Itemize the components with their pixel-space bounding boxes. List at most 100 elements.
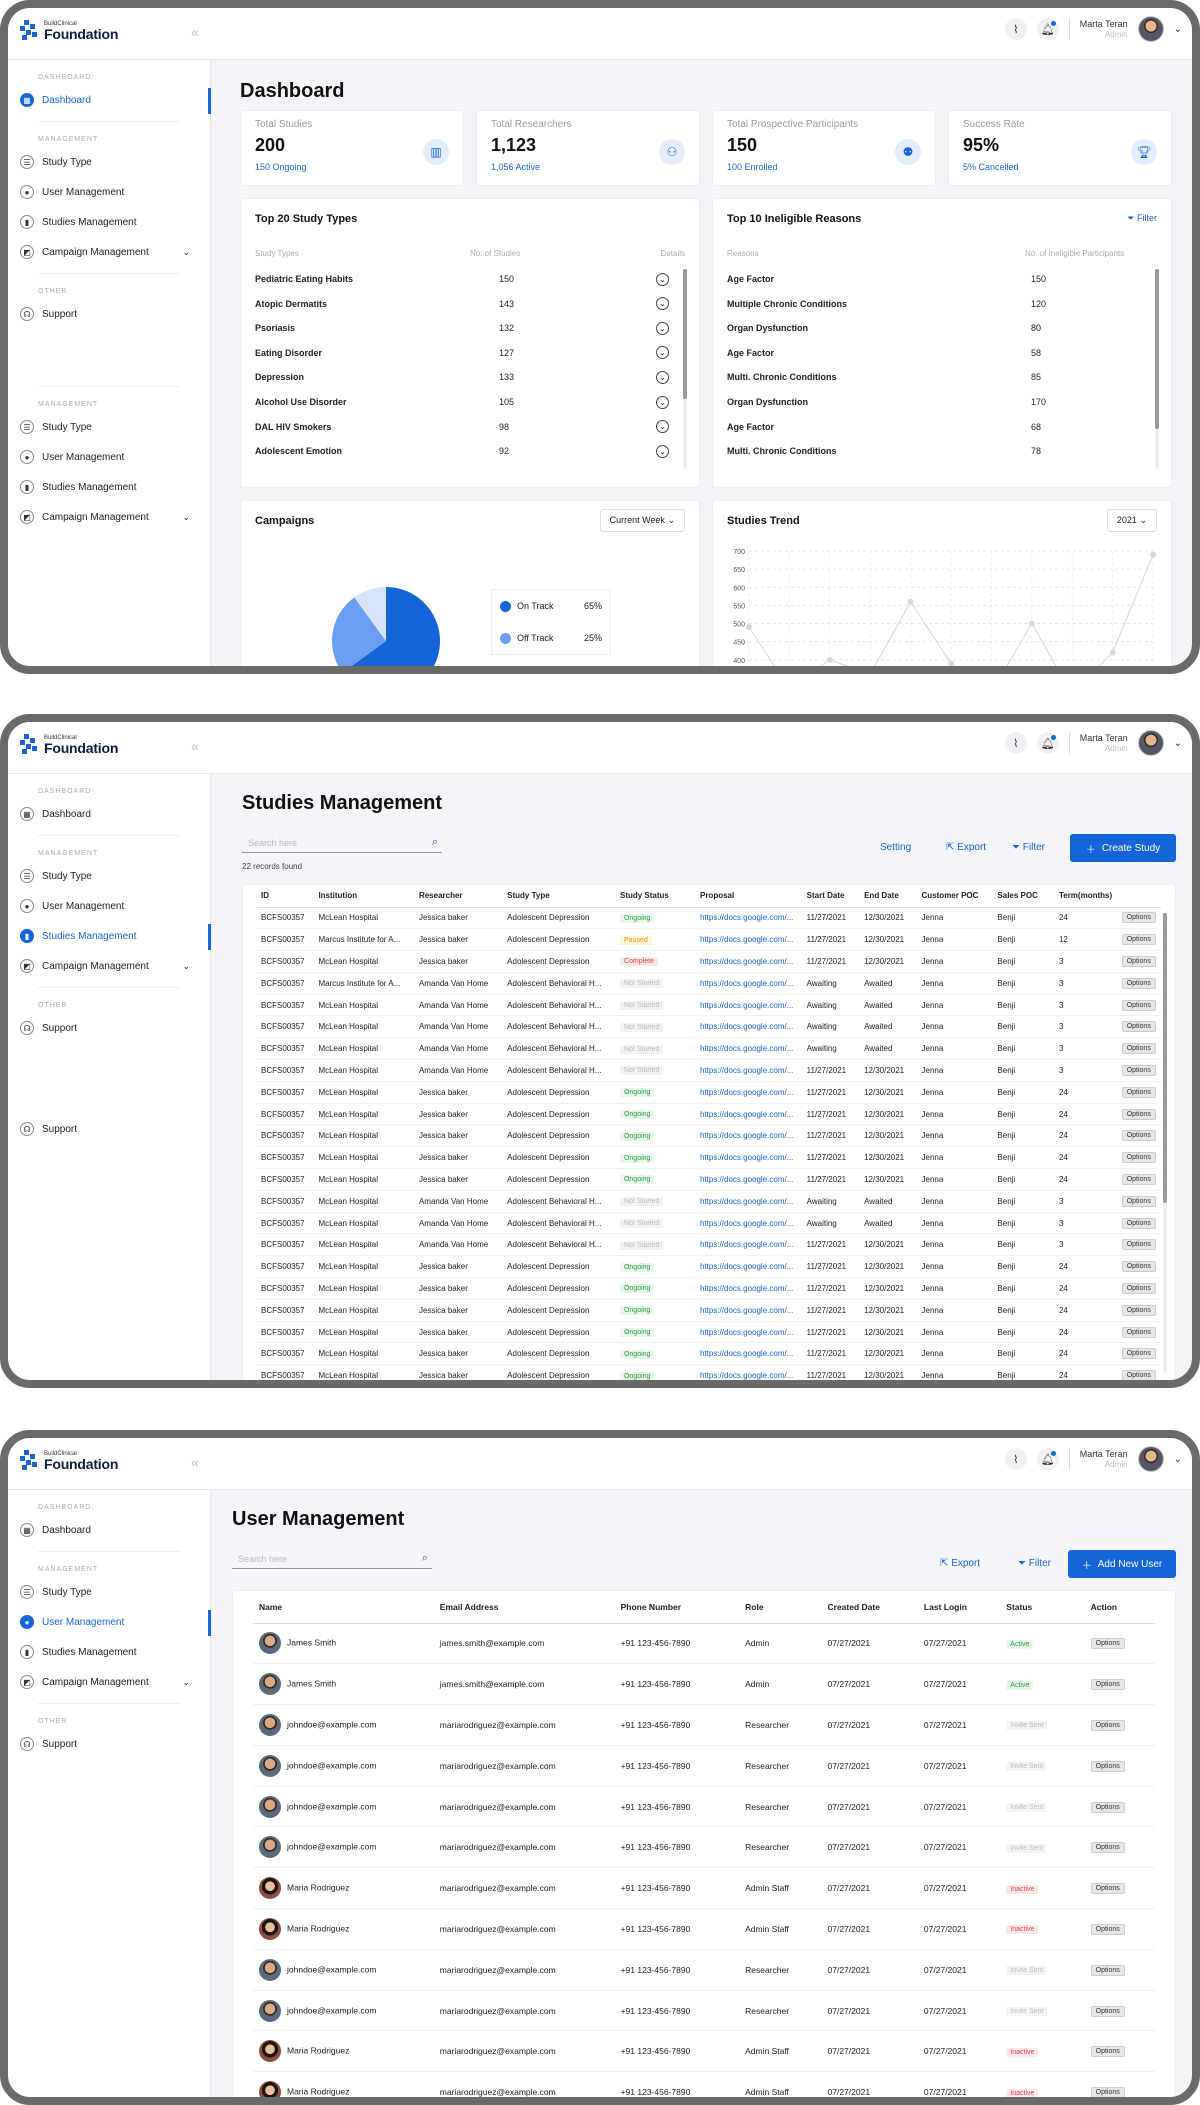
activity-icon[interactable]: ⌇ [1004, 1448, 1027, 1470]
proposal-link[interactable]: https://docs.google.com/... [700, 1262, 793, 1271]
table-row[interactable]: johndoe@example.com mariarodriguez@exampl… [253, 1786, 1155, 1828]
details-chevron-icon[interactable]: ⌄ [649, 297, 669, 311]
sidebar-item-study-type[interactable]: ☰ Study Type [8, 147, 210, 177]
options-button[interactable]: Options [1090, 1801, 1125, 1813]
options-button[interactable]: Options [1121, 912, 1156, 924]
sidebar-item-dashboard[interactable]: ▦ Dashboard [8, 1515, 210, 1545]
proposal-link[interactable]: https://docs.google.com/... [700, 1001, 793, 1010]
column-header[interactable]: Researcher [414, 885, 504, 908]
options-button[interactable]: Options [1121, 1282, 1156, 1294]
scrollbar[interactable] [1163, 913, 1167, 1373]
column-header[interactable]: Start Date [802, 885, 861, 908]
proposal-link[interactable]: https://docs.google.com/... [700, 1153, 793, 1162]
table-row[interactable]: Maria Rodriguez mariarodriguez@example.co… [253, 2071, 1155, 2097]
table-row[interactable]: johndoe@example.com mariarodriguez@exampl… [253, 1826, 1155, 1869]
table-row[interactable]: BCFS00357 McLean Hospital Jessica baker Ado… [257, 1299, 1161, 1322]
table-row[interactable]: BCFS00357 Marcus Institute for A... Amanda… [257, 972, 1161, 995]
options-button[interactable]: Options [1121, 1021, 1156, 1033]
details-chevron-icon[interactable]: ⌄ [649, 370, 669, 384]
filter-button[interactable]: ⏷ Filter [1012, 842, 1045, 853]
column-header[interactable]: Action [1084, 1591, 1155, 1624]
table-row[interactable]: James Smith james.smith@example.com +91 12… [253, 1663, 1155, 1706]
options-button[interactable]: Options [1121, 1043, 1156, 1055]
options-button[interactable]: Options [1090, 2046, 1125, 2058]
table-row[interactable]: BCFS00357 McLean Hospital Jessica baker Ado… [257, 1321, 1161, 1344]
table-row[interactable]: BCFS00357 McLean Hospital Jessica baker Ado… [257, 1146, 1161, 1170]
sidebar-item-campaign-management[interactable]: ◩ Campaign Management ⌄ [8, 1667, 210, 1697]
table-row[interactable]: BCFS00357 McLean Hospital Jessica baker Ado… [257, 1364, 1161, 1380]
details-chevron-icon[interactable]: ⌄ [649, 321, 669, 335]
options-button[interactable]: Options [1121, 1348, 1156, 1360]
activity-icon[interactable]: ⌇ [1004, 18, 1027, 40]
options-button[interactable]: Options [1090, 1842, 1125, 1854]
search-icon[interactable]: ⌕ [432, 836, 438, 849]
column-header[interactable]: End Date [860, 885, 918, 908]
proposal-link[interactable]: https://docs.google.com/... [700, 1175, 793, 1184]
avatar[interactable] [1137, 1446, 1164, 1472]
table-row[interactable]: BCFS00357 McLean Hospital Jessica baker Ado… [257, 1081, 1161, 1104]
collapse-sidebar-icon[interactable]: « [191, 24, 199, 40]
options-button[interactable]: Options [1121, 1304, 1156, 1316]
proposal-link[interactable]: https://docs.google.com/... [700, 1088, 793, 1097]
options-button[interactable]: Options [1121, 1108, 1156, 1120]
options-button[interactable]: Options [1090, 1964, 1125, 1976]
user-info[interactable]: Marta Teran Admin [1080, 733, 1128, 753]
table-row[interactable]: James Smith james.smith@example.com +91 12… [253, 1623, 1155, 1665]
options-button[interactable]: Options [1090, 1719, 1125, 1731]
table-row[interactable]: BCFS00357 McLean Hospital Jessica baker Ado… [257, 1342, 1161, 1366]
data-point[interactable] [826, 656, 833, 663]
table-row[interactable]: Maria Rodriguez mariarodriguez@example.co… [253, 1867, 1155, 1910]
column-header[interactable]: Name [253, 1591, 434, 1624]
search-input[interactable]: Search here ⌕ [242, 834, 442, 853]
column-header[interactable]: Created Date [821, 1591, 918, 1624]
details-chevron-icon[interactable]: ⌄ [649, 346, 669, 360]
proposal-link[interactable]: https://docs.google.com/... [700, 1219, 793, 1228]
proposal-link[interactable]: https://docs.google.com/... [700, 935, 793, 944]
options-button[interactable]: Options [1090, 2005, 1125, 2017]
table-row[interactable]: BCFS00357 McLean Hospital Jessica baker Ado… [257, 950, 1161, 973]
column-header[interactable]: Customer POC [917, 885, 994, 908]
table-row[interactable]: BCFS00357 McLean Hospital Jessica baker Ado… [257, 1103, 1161, 1126]
options-button[interactable]: Options [1090, 1760, 1125, 1772]
create-study-button[interactable]: ＋ Create Study [1070, 834, 1176, 862]
options-button[interactable]: Options [1121, 1239, 1156, 1251]
data-point[interactable] [1109, 649, 1116, 656]
options-button[interactable]: Options [1090, 1638, 1125, 1650]
activity-icon[interactable]: ⌇ [1004, 732, 1027, 754]
options-button[interactable]: Options [1121, 977, 1156, 989]
sidebar-item-user-management[interactable]: ● User Management [8, 177, 210, 207]
proposal-link[interactable]: https://docs.google.com/... [700, 957, 793, 966]
sidebar-item-support[interactable]: ☊ Support [8, 1729, 210, 1759]
chevron-down-icon[interactable]: ⌄ [1174, 24, 1182, 35]
collapse-sidebar-icon[interactable]: « [191, 738, 199, 754]
sidebar-item-campaign-management[interactable]: ◩ Campaign Management ⌄ [8, 237, 210, 267]
options-button[interactable]: Options [1090, 1679, 1125, 1691]
proposal-link[interactable]: https://docs.google.com/... [700, 1240, 793, 1249]
sidebar-item-dashboard[interactable]: ▦ Dashboard [8, 85, 211, 115]
avatar[interactable] [1137, 16, 1164, 42]
options-button[interactable]: Options [1121, 1086, 1156, 1098]
proposal-link[interactable]: https://docs.google.com/... [700, 1110, 793, 1119]
options-button[interactable]: Options [1121, 934, 1156, 946]
table-row[interactable]: BCFS00357 McLean Hospital Amanda Van Home A… [257, 1015, 1161, 1039]
sidebar-item-support[interactable]: ☊ Support [8, 1013, 210, 1043]
column-header[interactable]: ID [257, 885, 315, 908]
options-button[interactable]: Options [1090, 1883, 1125, 1895]
proposal-link[interactable]: https://docs.google.com/... [700, 1131, 793, 1140]
proposal-link[interactable]: https://docs.google.com/... [700, 1044, 793, 1053]
column-header[interactable]: Phone Number [614, 1591, 740, 1624]
sidebar-item-campaign-management[interactable]: ◩ Campaign Management ⌄ [8, 502, 210, 532]
proposal-link[interactable]: https://docs.google.com/... [700, 1306, 793, 1315]
proposal-link[interactable]: https://docs.google.com/... [700, 913, 793, 922]
options-button[interactable]: Options [1090, 1923, 1125, 1935]
table-row[interactable]: BCFS00357 McLean Hospital Jessica baker Ado… [257, 1168, 1161, 1191]
proposal-link[interactable]: https://docs.google.com/... [700, 1284, 793, 1293]
table-row[interactable]: BCFS00357 McLean Hospital Amanda Van Home A… [257, 1190, 1161, 1213]
options-button[interactable]: Options [1090, 2087, 1125, 2097]
sidebar-item-user-management[interactable]: ● User Management [8, 891, 210, 921]
options-button[interactable]: Options [1121, 955, 1156, 967]
table-row[interactable]: BCFS00357 McLean Hospital Amanda Van Home A… [257, 994, 1161, 1017]
options-button[interactable]: Options [1121, 1173, 1156, 1185]
sidebar-item-studies-management[interactable]: ▮ Studies Management [8, 472, 210, 502]
table-row[interactable]: BCFS00357 McLean Hospital Jessica baker Ado… [257, 1277, 1161, 1300]
